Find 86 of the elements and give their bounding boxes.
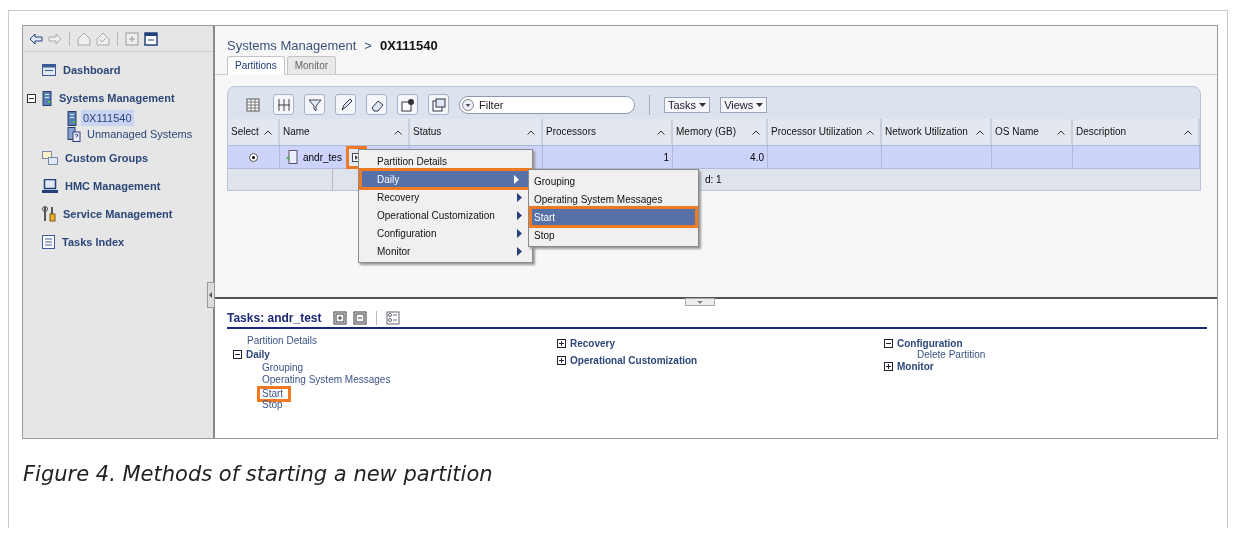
menu-button[interactable]: Views [720, 96, 768, 113]
window-add-icon [125, 32, 139, 46]
columns-icon [276, 97, 291, 112]
task-group-link[interactable]: Daily [246, 349, 270, 360]
task-link[interactable]: Operating System Messages [262, 374, 391, 386]
nav-link[interactable]: 0X111540 [81, 110, 134, 126]
collapse-all-icon [353, 311, 368, 325]
expand-toggle[interactable] [557, 339, 566, 348]
menu-item[interactable]: Start [529, 206, 698, 228]
breadcrumb-current: 0X111540 [379, 38, 438, 53]
groups-icon [42, 151, 58, 165]
task-group-link[interactable]: Operational Customization [570, 355, 698, 366]
menu-item[interactable]: Stop [529, 226, 698, 244]
expand-toggle[interactable] [884, 362, 893, 371]
caret-icon [697, 300, 703, 304]
caret-icon[interactable] [462, 98, 474, 111]
tools-icon [42, 206, 56, 222]
checklist-icon [386, 311, 401, 325]
task-group-link[interactable]: Monitor [897, 361, 934, 372]
nav-link[interactable]: Dashboard [61, 62, 123, 78]
menu-item[interactable]: Operating System Messages [529, 190, 698, 208]
column-header[interactable]: Description [1076, 126, 1127, 138]
table-cell: 4.0 [673, 145, 768, 169]
nav-link[interactable]: HMC Management [63, 178, 163, 194]
caret-icon [699, 102, 707, 107]
table-icon [245, 97, 260, 112]
task-link[interactable]: Stop [262, 399, 283, 411]
home-icon [77, 32, 91, 46]
tasks-title: Tasks: andr_test [227, 311, 322, 325]
column-header[interactable]: Processors [546, 126, 596, 138]
laptop-icon [42, 179, 58, 193]
server-icon [42, 90, 52, 106]
partition-name[interactable]: andr_tes [303, 151, 342, 163]
dashboard-icon [42, 64, 56, 76]
expand-all-icon [333, 311, 348, 325]
menu-item[interactable]: Operational Customization [359, 206, 532, 224]
nav-link[interactable]: Unmanaged Systems [85, 126, 195, 142]
menu-item[interactable]: Configuration [359, 224, 532, 242]
radio-button[interactable] [249, 152, 258, 162]
nav-link[interactable]: Custom Groups [63, 150, 151, 166]
tab[interactable]: Monitor [286, 56, 337, 74]
breadcrumb-separator: > [364, 38, 372, 53]
task-link[interactable]: Partition Details [247, 335, 318, 347]
collapse-toggle[interactable] [884, 339, 893, 348]
window-icon [144, 32, 158, 46]
expand-toggle[interactable] [557, 356, 566, 365]
toolbar-button[interactable] [428, 94, 449, 115]
collapse-toggle[interactable] [27, 93, 37, 103]
server-question-icon [67, 126, 81, 142]
menu-item[interactable]: Monitor [359, 242, 532, 260]
nav-link[interactable]: Systems Management [57, 90, 177, 106]
collapse-toggle[interactable] [233, 350, 242, 359]
home-check-icon [96, 32, 110, 46]
collapse-handle[interactable] [207, 282, 215, 308]
task-link[interactable]: Delete Partition [917, 349, 986, 361]
menu-item[interactable]: Grouping [529, 172, 698, 190]
pen-icon [338, 97, 353, 112]
table-cell: 1 [543, 145, 673, 169]
server-icon [67, 110, 77, 126]
column-header[interactable]: Status [413, 126, 442, 138]
column-header[interactable]: Name [283, 126, 310, 138]
menu-item[interactable]: Daily [359, 168, 532, 190]
menu-item[interactable]: Partition Details [359, 152, 532, 170]
breadcrumb-link[interactable]: Systems Management [227, 38, 357, 53]
table-footer-text: d: 1 [705, 174, 722, 185]
menu-item[interactable]: Recovery [359, 188, 532, 206]
tab[interactable]: Partitions [227, 56, 285, 75]
forward-arrow-icon [48, 32, 62, 46]
figure-caption: Figure 4. Methods of starting a new partition [23, 462, 494, 486]
back-arrow-icon [29, 32, 43, 46]
task-group-link[interactable]: Recovery [570, 338, 616, 349]
nav-link[interactable]: Service Management [61, 206, 175, 222]
toolbar-button[interactable] [366, 94, 387, 115]
menu-button[interactable]: Tasks [664, 96, 711, 113]
partition-icon [286, 150, 298, 164]
splitter-handle[interactable] [685, 298, 715, 306]
list-icon [42, 235, 55, 249]
nav-link[interactable]: Tasks Index [60, 234, 127, 250]
filter-field[interactable]: Filter [459, 95, 635, 114]
toolbar-button[interactable] [335, 94, 356, 115]
document-icon [431, 97, 446, 112]
funnel-icon [307, 97, 322, 112]
caret-icon [756, 102, 764, 107]
task-link[interactable]: Grouping [262, 362, 304, 374]
toolbar-button[interactable] [397, 94, 418, 115]
task-group-link[interactable]: Configuration [897, 338, 963, 349]
